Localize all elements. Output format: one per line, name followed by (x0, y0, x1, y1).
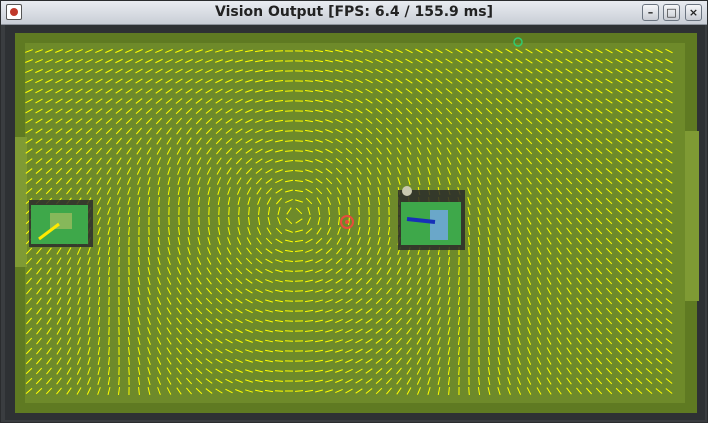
right-goal-area (685, 131, 699, 301)
vector-mark (468, 246, 470, 256)
field-view[interactable] (5, 25, 705, 420)
vector-mark (368, 216, 370, 226)
vector-mark (458, 266, 460, 276)
vector-mark (128, 266, 130, 276)
vector-mark (468, 386, 470, 396)
vector-mark (248, 206, 250, 216)
vector-mark (284, 290, 294, 292)
close-button[interactable]: × (685, 4, 702, 21)
vector-mark (348, 206, 350, 216)
vector-mark (478, 266, 480, 276)
left-robot (29, 200, 93, 247)
vector-mark (378, 216, 380, 226)
vector-mark (108, 336, 110, 346)
vector-mark (284, 140, 294, 142)
vector-mark (238, 206, 240, 216)
vector-mark (148, 206, 150, 216)
vector-mark (118, 376, 120, 386)
vector-mark (284, 300, 294, 302)
vector-mark (294, 380, 304, 382)
window-title: Vision Output [FPS: 6.4 / 155.9 ms] (214, 4, 493, 20)
vector-mark (138, 216, 140, 226)
vector-mark (294, 270, 304, 272)
vector-mark (108, 286, 110, 296)
vector-mark (458, 366, 460, 376)
vector-mark (218, 216, 220, 226)
minimize-button[interactable]: – (642, 4, 659, 21)
vector-mark (294, 160, 304, 162)
vector-mark (274, 60, 284, 62)
vector-mark (478, 276, 480, 286)
vector-mark (274, 380, 284, 382)
vector-mark (284, 130, 294, 132)
field-inner (25, 43, 685, 403)
vision-output-window: Vision Output [FPS: 6.4 / 155.9 ms] – □ … (0, 0, 708, 423)
title-bar[interactable]: Vision Output [FPS: 6.4 / 155.9 ms] – □ … (1, 1, 707, 25)
vector-mark (284, 120, 294, 122)
vector-mark (208, 216, 210, 226)
vector-mark (294, 390, 304, 392)
vector-mark (274, 390, 284, 392)
vector-mark (478, 356, 480, 366)
vision-canvas[interactable] (5, 25, 705, 420)
maximize-button[interactable]: □ (663, 4, 680, 21)
vector-mark (138, 246, 140, 256)
right-robot (398, 186, 465, 250)
vector-mark (128, 366, 130, 376)
left-goal-area (15, 137, 27, 267)
vector-mark (108, 346, 110, 356)
vector-mark (294, 260, 304, 262)
vector-mark (388, 216, 390, 226)
